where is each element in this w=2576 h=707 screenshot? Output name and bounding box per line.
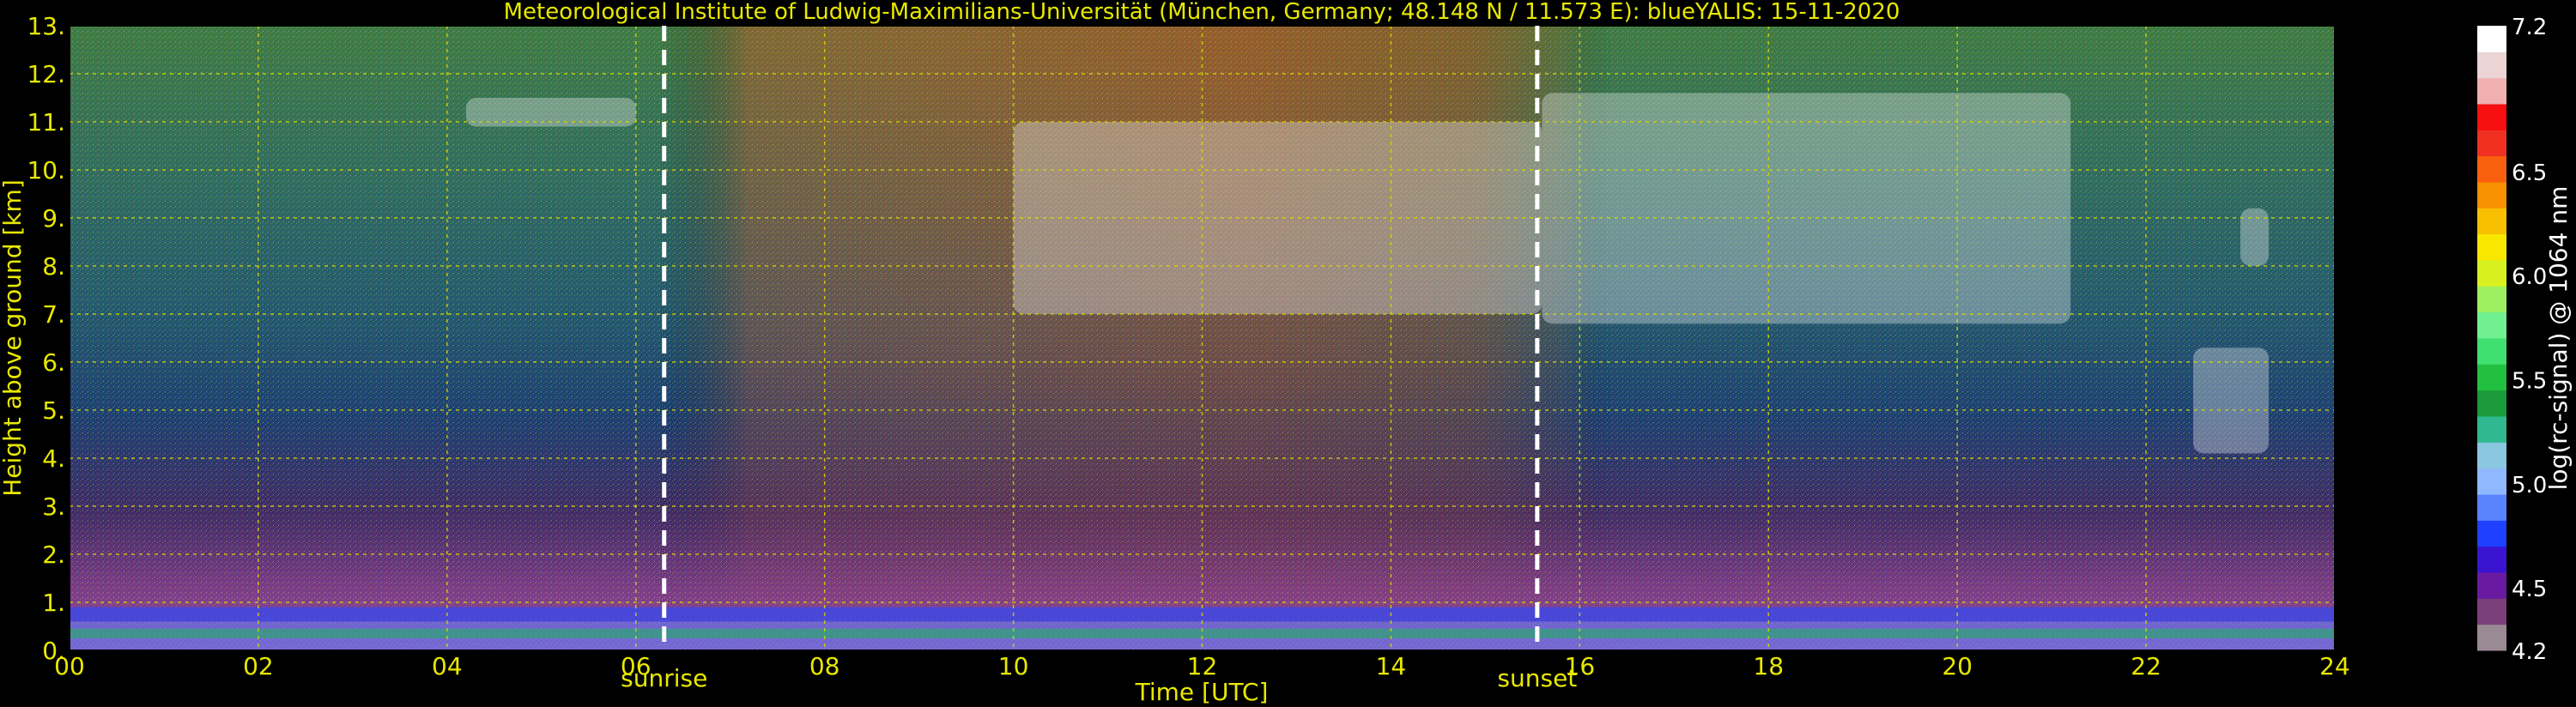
feature-cirrus-4 (2193, 347, 2270, 454)
colorbar-swatch (2477, 26, 2506, 52)
colorbar-swatch (2477, 208, 2506, 235)
colorbar-swatch (2477, 104, 2506, 130)
chart-title: Meteorological Institute of Ludwig-Maxim… (504, 0, 1900, 25)
x-tick-label: 04 (432, 652, 463, 680)
colorbar-swatch (2477, 233, 2506, 261)
colorbar-tick-label: 4.5 (2512, 577, 2547, 602)
colorbar-swatch (2477, 598, 2506, 625)
x-tick-label: 08 (809, 652, 840, 680)
x-tick-label: 24 (2319, 652, 2350, 680)
colorbar-tick-label: 7.2 (2512, 15, 2547, 40)
x-tick-label: 02 (243, 652, 274, 680)
colorbar-swatch (2477, 260, 2506, 287)
colorbar-tick-label: 4.2 (2512, 639, 2547, 665)
feature-cirrus-3 (1542, 93, 2071, 324)
colorbar-swatch (2477, 130, 2506, 157)
y-tick-label: 1. (42, 589, 65, 617)
x-tick-label: 10 (998, 652, 1029, 680)
x-axis-label: Time [UTC] (1135, 678, 1269, 706)
colorbar: 4.2 4.5 5.0 5.5 6.0 6.5 7.2 (2477, 15, 2547, 665)
lidar-figure: 00 02 04 06 08 10 12 14 16 18 20 22 240.1.2.3.4.5.6.… (0, 0, 2573, 706)
y-tick-label: 3. (42, 492, 65, 521)
colorbar-swatch (2477, 338, 2506, 365)
colorbar-tick-label: 5.5 (2512, 369, 2547, 395)
colorbar-swatch (2477, 624, 2506, 651)
colorbar-swatch (2477, 311, 2506, 339)
colorbar-swatch (2477, 286, 2506, 313)
colorbar-swatch (2477, 494, 2506, 521)
x-tick-label: 12 (1187, 652, 1218, 680)
colorbar-swatch (2477, 182, 2506, 208)
y-tick-label: 6. (42, 348, 65, 377)
y-tick-label: 12. (27, 60, 65, 88)
y-tick-label: 8. (42, 252, 65, 281)
colorbar-swatch (2477, 51, 2506, 79)
x-tick-label: 22 (2131, 652, 2161, 680)
colorbar-tick-label: 5.0 (2512, 473, 2547, 499)
colorbar-tick-label: 6.5 (2512, 160, 2547, 186)
colorbar-swatch (2477, 468, 2506, 495)
colorbar-swatch (2477, 155, 2506, 183)
y-tick-label: 0. (42, 637, 65, 665)
x-tick-label: 14 (1376, 652, 1407, 680)
y-tick-label: 10. (27, 156, 65, 184)
y-tick-label: 5. (42, 396, 65, 425)
y-tick-label: 9. (42, 204, 65, 233)
y-tick-label: 7. (42, 300, 65, 329)
colorbar-swatch (2477, 77, 2506, 105)
y-tick-label: 13. (27, 12, 65, 40)
colorbar-swatch (2477, 364, 2506, 391)
colorbar-swatch (2477, 572, 2506, 599)
x-tick-label: 20 (1942, 652, 1973, 680)
colorbar-swatch (2477, 520, 2506, 547)
colorbar-swatch (2477, 442, 2506, 469)
sunset-label: sunset (1497, 664, 1577, 692)
sunrise-label: sunrise (621, 664, 707, 692)
y-tick-label: 11. (27, 108, 65, 136)
x-tick-label: 18 (1753, 652, 1784, 680)
colorbar-swatch (2477, 416, 2506, 443)
colorbar-label: log(rc-signal) @ 1064 nm (2544, 186, 2573, 491)
y-axis-label: Height above ground [km] (0, 179, 27, 497)
colorbar-swatch (2477, 390, 2506, 417)
y-tick-label: 4. (42, 444, 65, 473)
colorbar-swatch (2477, 546, 2506, 573)
colorbar-tick-label: 6.0 (2512, 264, 2547, 290)
feature-cirrus-5 (2240, 208, 2270, 266)
y-tick-label: 2. (42, 541, 65, 569)
